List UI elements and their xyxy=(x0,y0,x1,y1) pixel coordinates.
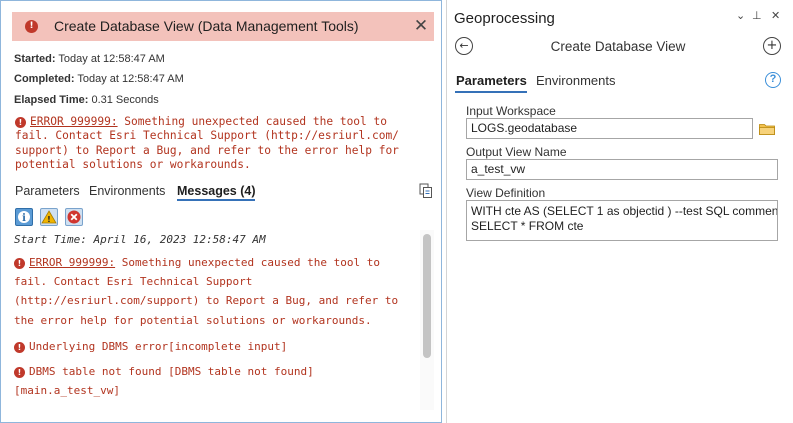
input-workspace-field[interactable]: LOGS.geodatabase xyxy=(466,118,753,139)
view-definition-label: View Definition xyxy=(466,186,546,200)
messages-scrollbar-thumb[interactable] xyxy=(423,234,431,358)
popup-header: ! Create Database View (Data Management … xyxy=(12,12,434,41)
tab-environments[interactable]: Environments xyxy=(89,184,165,198)
popup-title: Create Database View (Data Management To… xyxy=(54,18,359,34)
message-line: (http://esriurl.com/support) to Report a… xyxy=(14,294,399,308)
start-time-message: Start Time: April 16, 2023 12:58:47 AM xyxy=(14,233,266,246)
tab-parameters[interactable]: Parameters xyxy=(15,184,80,198)
error-line: potential solutions or workarounds. xyxy=(15,157,251,171)
message-error-999999: ! ERROR 999999: Something unexpected caus… xyxy=(14,253,418,330)
input-workspace-label: Input Workspace xyxy=(466,104,556,118)
help-icon[interactable]: ? xyxy=(765,72,781,88)
error-line: Something unexpected caused the tool to xyxy=(117,115,387,128)
completed-value: Today at 12:58:47 AM xyxy=(77,73,184,85)
pin-icon[interactable]: ⊥ xyxy=(752,9,762,22)
error-line: fail. Contact Esri Technical Support (ht… xyxy=(15,129,399,143)
started-value: Today at 12:58:47 AM xyxy=(58,53,165,65)
pane-title: Geoprocessing xyxy=(454,10,555,27)
output-view-name-field[interactable]: a_test_vw xyxy=(466,159,778,180)
elapsed-value: 0.31 Seconds xyxy=(91,94,159,106)
started-row: Started: Today at 12:58:47 AM xyxy=(14,53,165,65)
started-label: Started: xyxy=(14,53,56,65)
error-code-link[interactable]: ERROR 999999: xyxy=(29,256,115,269)
message-line: Underlying DBMS error[incomplete input] xyxy=(29,339,288,353)
add-icon[interactable]: + xyxy=(763,37,781,55)
error-icon: ! xyxy=(25,20,38,33)
summary-error-message: ! ERROR 999999: Something unexpected caus… xyxy=(15,115,435,172)
info-icon: i xyxy=(18,211,30,224)
pane-options-icon[interactable]: ⌄ xyxy=(736,9,745,22)
error-icon: ! xyxy=(14,367,25,379)
error-icon: ! xyxy=(14,258,25,269)
message-table-not-found: ! DBMS table not found [DBMS table not fo… xyxy=(14,362,418,400)
folder-icon[interactable] xyxy=(759,123,775,135)
error-x-icon xyxy=(67,210,81,224)
active-tab-indicator xyxy=(455,91,527,93)
close-icon[interactable]: ✕ xyxy=(411,14,431,38)
info-filter-button[interactable]: i xyxy=(15,208,33,226)
message-line: the error help for potential solutions o… xyxy=(14,313,372,327)
tool-result-popup: ! Create Database View (Data Management … xyxy=(0,0,442,423)
error-code-link[interactable]: ERROR 999999: xyxy=(30,115,118,128)
message-line: fail. Contact Esri Technical Support xyxy=(14,275,253,289)
tool-name: Create Database View xyxy=(550,39,686,54)
error-line: support) to Report a Bug, and refer to t… xyxy=(15,143,399,157)
message-line: DBMS table not found [DBMS table not fou… xyxy=(29,365,314,379)
elapsed-row: Elapsed Time: 0.31 Seconds xyxy=(14,94,159,106)
message-dbms-error: ! Underlying DBMS error[incomplete input] xyxy=(14,337,418,356)
completed-row: Completed: Today at 12:58:47 AM xyxy=(14,73,184,85)
close-pane-icon[interactable]: ✕ xyxy=(771,9,780,22)
copy-icon[interactable] xyxy=(419,183,433,199)
message-line: Something unexpected caused the tool to xyxy=(115,256,380,269)
tab-messages[interactable]: Messages (4) xyxy=(177,184,256,198)
svg-text:i: i xyxy=(22,213,26,224)
error-filter-button[interactable] xyxy=(65,208,83,226)
output-view-label: Output View Name xyxy=(466,145,567,159)
geoprocessing-pane: Geoprocessing ⌄ ⊥ ✕ ← Create Database Vi… xyxy=(446,0,793,423)
error-icon: ! xyxy=(14,341,25,353)
tab-parameters[interactable]: Parameters xyxy=(456,73,527,88)
svg-text:!: ! xyxy=(47,215,51,224)
message-line: [main.a_test_vw] xyxy=(14,384,120,398)
view-definition-field[interactable]: WITH cte AS (SELECT 1 as objectid ) --te… xyxy=(466,200,778,241)
active-tab-indicator xyxy=(177,199,255,201)
tab-environments[interactable]: Environments xyxy=(536,73,615,88)
completed-label: Completed: xyxy=(14,73,75,85)
messages-list: Start Time: April 16, 2023 12:58:47 AM !… xyxy=(14,233,418,400)
error-icon: ! xyxy=(15,117,26,128)
warning-filter-button[interactable]: ! xyxy=(40,208,58,226)
warning-icon: ! xyxy=(41,210,57,224)
elapsed-label: Elapsed Time: xyxy=(14,94,89,106)
